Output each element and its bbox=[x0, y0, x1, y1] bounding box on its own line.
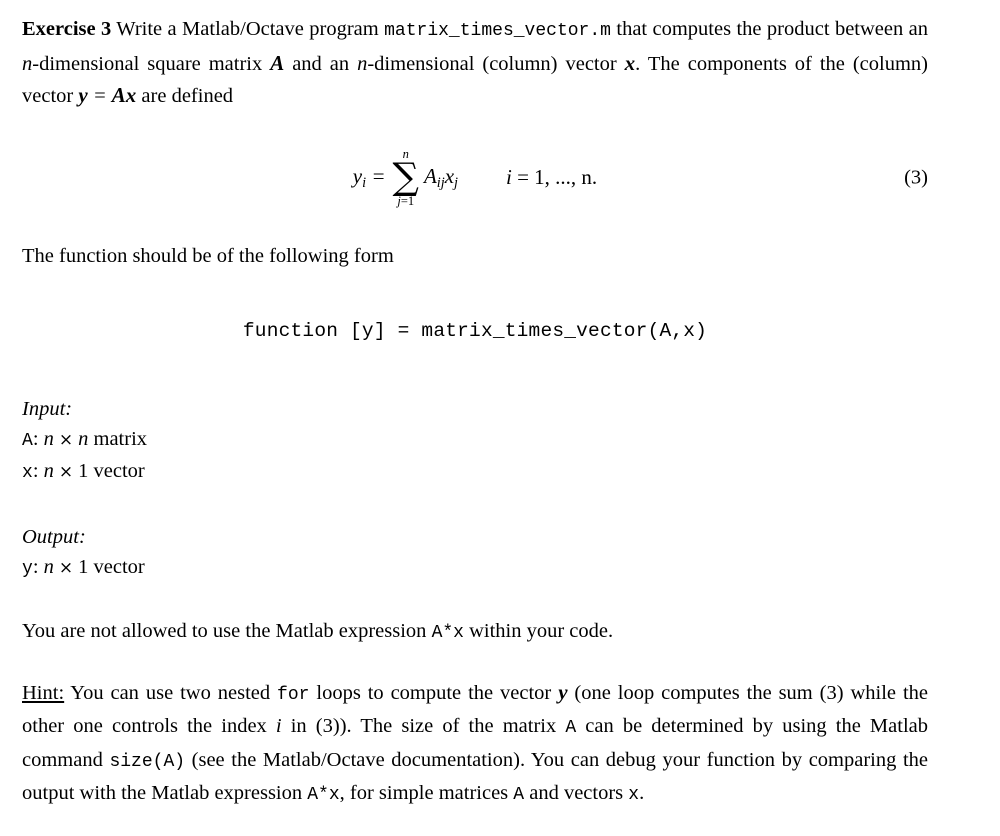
input-x-kind: vector bbox=[88, 460, 145, 482]
exercise-intro-text-7: are defined bbox=[136, 85, 234, 107]
input-row-A: A: n × n matrix bbox=[22, 424, 928, 456]
hint-code-x-2: x bbox=[628, 785, 640, 805]
summation-start-value: =1 bbox=[400, 193, 415, 208]
hint-vector-y: y bbox=[558, 679, 568, 704]
input-x-name: x bbox=[22, 463, 33, 483]
document-content: Exercise 3 Write a Matlab/Octave program… bbox=[22, 14, 928, 812]
displayed-equation-3: yi = n ∑ j=1 Aijxj i = 1, ..., n. (3) bbox=[22, 143, 928, 213]
equation-index-condition: i = 1, ..., n. bbox=[506, 165, 597, 190]
summand-x-subscript: j bbox=[454, 174, 458, 191]
multiplication-sign-icon: × bbox=[58, 462, 74, 482]
exercise-intro-text-1: Write a Matlab/Octave program bbox=[111, 18, 385, 40]
summand-A-subscript: ij bbox=[436, 174, 445, 191]
exercise-intro-text-2: that computes the product between an bbox=[610, 18, 928, 40]
input-A-separator: : bbox=[32, 428, 44, 450]
output-specification: Output: y: n × 1 vector bbox=[22, 522, 928, 584]
equation-number: (3) bbox=[904, 166, 928, 188]
multiplication-sign-icon: × bbox=[58, 558, 74, 578]
exercise-statement-paragraph: Exercise 3 Write a Matlab/Octave program… bbox=[22, 14, 928, 113]
sigma-icon: ∑ bbox=[392, 155, 419, 199]
input-x-dim-cols: 1 bbox=[78, 460, 89, 482]
output-y-name: y bbox=[22, 559, 33, 579]
restriction-text-2: within your code. bbox=[463, 620, 614, 642]
exercise-intro-text-4: and an bbox=[284, 52, 358, 75]
hint-code-A-2: A bbox=[513, 785, 525, 805]
math-product-Ax: Ax bbox=[111, 83, 137, 107]
input-A-kind: matrix bbox=[88, 428, 148, 450]
document-page: Exercise 3 Write a Matlab/Octave program… bbox=[0, 0, 1000, 836]
hint-code-Ax: A*x bbox=[307, 785, 340, 805]
exercise-label: Exercise 3 bbox=[22, 18, 112, 40]
input-specification: Input: A: n × n matrix x: n × 1 vector bbox=[22, 394, 928, 488]
input-A-dim-rows: n bbox=[43, 428, 54, 450]
exercise-intro-text-3: -dimensional square matrix bbox=[32, 52, 271, 75]
hint-text-2: loops to compute the vector bbox=[309, 681, 559, 704]
hint-label: Hint: bbox=[22, 681, 65, 704]
hint-text-7: , for simple matrices bbox=[339, 782, 514, 804]
input-row-x: x: n × 1 vector bbox=[22, 456, 928, 488]
input-heading: Input: bbox=[22, 398, 73, 420]
hint-paragraph: Hint: You can use two nested for loops t… bbox=[22, 677, 928, 812]
output-y-dim-rows: n bbox=[43, 556, 54, 578]
hint-text-1: You can use two nested bbox=[64, 681, 278, 704]
math-matrix-A: A bbox=[270, 50, 285, 75]
math-equals-sign: = bbox=[87, 85, 112, 107]
hint-code-A: A bbox=[565, 718, 577, 738]
restriction-code-expression: A*x bbox=[431, 623, 464, 643]
form-intro-paragraph: The function should be of the following … bbox=[22, 244, 394, 267]
math-vector-y: y bbox=[78, 83, 88, 107]
output-y-kind: vector bbox=[88, 556, 145, 578]
equation-lhs: yi = bbox=[353, 164, 386, 192]
output-row-y: y: n × 1 vector bbox=[22, 552, 928, 584]
summation-operator: n ∑ j=1 bbox=[393, 148, 419, 207]
input-x-dim-rows: n bbox=[43, 460, 54, 482]
input-x-separator: : bbox=[32, 460, 44, 482]
summand-matrix-A: A bbox=[423, 163, 437, 188]
output-y-dim-cols: 1 bbox=[78, 556, 89, 578]
condition-range: = 1, ..., n. bbox=[511, 164, 598, 189]
input-A-name: A bbox=[22, 431, 33, 451]
hint-code-for: for bbox=[277, 684, 310, 705]
multiplication-sign-icon: × bbox=[58, 430, 74, 450]
hint-code-size: size(A) bbox=[109, 751, 186, 772]
equation-summand: Aijxj bbox=[424, 164, 458, 192]
equation-body: yi = n ∑ j=1 Aijxj i = 1, ..., n. bbox=[353, 148, 597, 207]
summation-lower-limit: j=1 bbox=[397, 193, 415, 208]
restriction-text-1: You are not allowed to use the Matlab ex… bbox=[22, 620, 432, 642]
equation-lhs-var: y bbox=[352, 163, 363, 188]
equation-equals: = bbox=[366, 163, 386, 188]
hint-text-8: and vectors bbox=[524, 782, 629, 804]
summand-vector-x: x bbox=[444, 163, 455, 188]
restriction-paragraph: You are not allowed to use the Matlab ex… bbox=[22, 616, 928, 650]
output-heading: Output: bbox=[22, 526, 86, 548]
output-y-separator: : bbox=[32, 556, 44, 578]
code-filename: matrix_times_vector.m bbox=[384, 21, 611, 41]
math-vector-x: x bbox=[624, 50, 636, 75]
hint-text-9: . bbox=[639, 782, 645, 804]
function-signature: function [y] = matrix_times_vector(A,x) bbox=[242, 320, 708, 342]
math-var-n-2: n bbox=[357, 52, 368, 75]
exercise-intro-text-5: -dimensional (column) vector bbox=[367, 52, 625, 75]
input-A-dim-cols: n bbox=[78, 428, 89, 450]
math-var-n-1: n bbox=[22, 52, 33, 75]
hint-text-4: in (3)). The size of the matrix bbox=[281, 715, 566, 737]
